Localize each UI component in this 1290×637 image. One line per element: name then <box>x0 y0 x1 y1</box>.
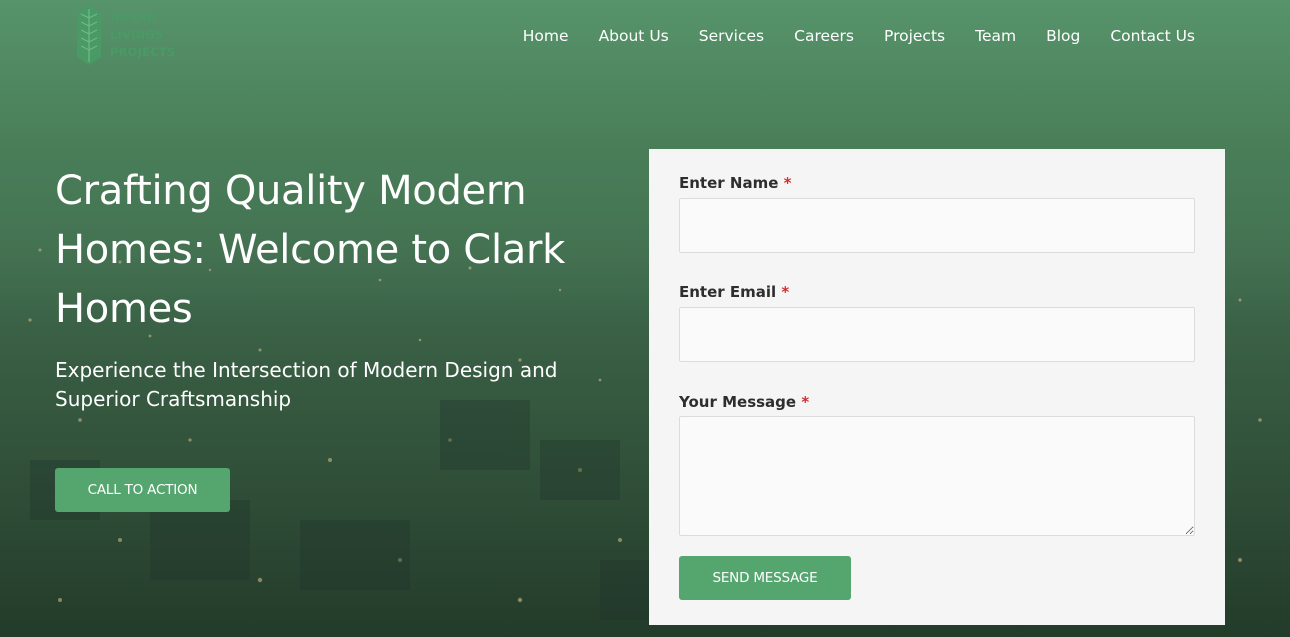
email-field-group: Enter Email * <box>679 282 1195 362</box>
hero-title: Crafting Quality Modern Homes: Welcome t… <box>55 168 565 332</box>
logo-line: PROJECTS <box>110 44 176 59</box>
nav-item-home[interactable]: Home <box>508 26 584 46</box>
logo-line: LIVINGS <box>110 27 164 42</box>
message-label: Your Message * <box>679 392 1195 412</box>
nav-item-services[interactable]: Services <box>684 26 779 46</box>
required-mark: * <box>783 174 792 192</box>
logo-line: URBAN <box>110 10 157 25</box>
message-label-text: Your Message <box>679 393 797 411</box>
required-mark: * <box>781 283 790 301</box>
required-mark: * <box>801 393 810 411</box>
nav-item-about-us[interactable]: About Us <box>584 26 684 46</box>
email-input[interactable] <box>679 307 1195 362</box>
nav-item-projects[interactable]: Projects <box>869 26 960 46</box>
logo-wordmark: URBAN LIVINGS PROJECTS <box>110 10 175 61</box>
contact-form: Enter Name * Enter Email * Your Message … <box>649 149 1225 625</box>
site-logo[interactable]: URBAN LIVINGS PROJECTS <box>76 4 175 66</box>
email-label: Enter Email * <box>679 282 1195 302</box>
name-label-text: Enter Name <box>679 174 779 192</box>
message-field-group: Your Message * <box>679 392 1195 536</box>
call-to-action-button[interactable]: CALL TO ACTION <box>55 468 230 512</box>
leaf-logo-icon <box>77 5 101 65</box>
main-nav: Home About Us Services Careers Projects … <box>508 26 1210 46</box>
name-label: Enter Name * <box>679 173 1195 193</box>
name-input[interactable] <box>679 198 1195 253</box>
nav-item-team[interactable]: Team <box>960 26 1031 46</box>
nav-item-blog[interactable]: Blog <box>1031 26 1095 46</box>
email-label-text: Enter Email <box>679 283 777 301</box>
name-field-group: Enter Name * <box>679 173 1195 253</box>
hero-subtitle: Experience the Intersection of Modern De… <box>55 358 558 411</box>
nav-item-contact-us[interactable]: Contact Us <box>1095 26 1210 46</box>
nav-item-careers[interactable]: Careers <box>779 26 869 46</box>
message-textarea[interactable] <box>679 416 1195 536</box>
send-message-button[interactable]: SEND MESSAGE <box>679 556 851 600</box>
